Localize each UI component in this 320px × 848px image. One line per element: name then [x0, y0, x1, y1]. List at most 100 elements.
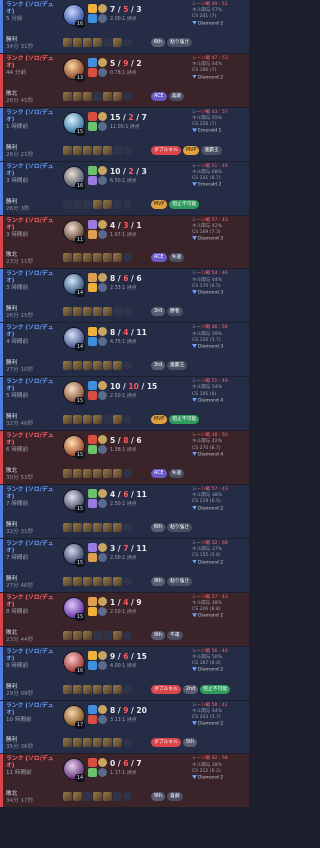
item-slot-icon[interactable] [63, 630, 72, 640]
item-slot-icon[interactable] [103, 738, 112, 748]
item-slot-icon[interactable] [93, 522, 102, 532]
item-slot-icon[interactable] [103, 37, 112, 47]
item-slot-icon[interactable] [93, 145, 102, 155]
item-slot-icon[interactable] [93, 738, 102, 748]
flash-spell-icon[interactable] [88, 758, 97, 768]
teleport-spell-icon[interactable] [88, 229, 97, 239]
item-slot-icon[interactable] [103, 630, 112, 640]
item-slot-icon[interactable] [113, 522, 122, 532]
ward-icon[interactable] [123, 37, 132, 47]
item-slot-icon[interactable] [73, 630, 82, 640]
match-card[interactable]: ランク (ソロ/デュオ) 7 時間前 勝利 27分 46秒 15 3 / 7 /… [0, 538, 249, 592]
ward-icon[interactable] [123, 361, 132, 371]
secondary-rune-icon[interactable] [98, 229, 107, 239]
secondary-rune-icon[interactable] [98, 714, 107, 724]
rune-icon[interactable] [98, 273, 107, 283]
secondary-rune-icon[interactable] [98, 67, 107, 77]
teleport-spell-icon[interactable] [88, 67, 97, 77]
ward-icon[interactable] [123, 469, 132, 479]
rune-icon[interactable] [98, 596, 107, 606]
rune-icon[interactable] [98, 489, 107, 499]
flash-spell-icon[interactable] [88, 4, 97, 13]
secondary-rune-icon[interactable] [98, 499, 107, 509]
item-slot-icon[interactable] [63, 307, 72, 317]
ward-icon[interactable] [123, 684, 132, 694]
item-slot-icon[interactable] [83, 522, 92, 532]
item-slot-icon[interactable] [83, 361, 92, 371]
item-slot-icon[interactable] [93, 630, 102, 640]
rune-icon[interactable] [98, 165, 107, 175]
item-slot-icon[interactable] [73, 738, 82, 748]
item-slot-icon[interactable] [103, 91, 112, 101]
item-slot-icon[interactable] [63, 199, 72, 209]
item-slot-icon[interactable] [93, 37, 102, 47]
teleport-spell-icon[interactable] [88, 445, 97, 455]
item-slot-icon[interactable] [113, 37, 122, 47]
teleport-spell-icon[interactable] [88, 337, 97, 347]
rune-icon[interactable] [98, 219, 107, 229]
flash-spell-icon[interactable] [88, 542, 97, 552]
item-slot-icon[interactable] [113, 145, 122, 155]
item-slot-icon[interactable] [103, 469, 112, 479]
ward-icon[interactable] [123, 738, 132, 748]
item-slot-icon[interactable] [63, 145, 72, 155]
item-slot-icon[interactable] [73, 307, 82, 317]
item-slot-icon[interactable] [73, 91, 82, 101]
item-slot-icon[interactable] [103, 792, 112, 802]
flash-spell-icon[interactable] [88, 273, 97, 283]
teleport-spell-icon[interactable] [88, 391, 97, 401]
match-card[interactable]: ランク (ソロ/デュオ) 10 時間前 勝利 35分 36秒 17 8 / 9 … [0, 700, 249, 754]
flash-spell-icon[interactable] [88, 327, 97, 337]
teleport-spell-icon[interactable] [88, 768, 97, 778]
teleport-spell-icon[interactable] [88, 606, 97, 616]
item-slot-icon[interactable] [63, 576, 72, 586]
item-slot-icon[interactable] [113, 630, 122, 640]
match-card[interactable]: ランク (ソロ/デュオ) 3 時間前 勝利 26分 15秒 14 8 / 6 /… [0, 269, 249, 323]
item-slot-icon[interactable] [93, 307, 102, 317]
item-slot-icon[interactable] [73, 145, 82, 155]
item-slot-icon[interactable] [113, 576, 122, 586]
item-slot-icon[interactable] [83, 199, 92, 209]
ward-icon[interactable] [123, 522, 132, 532]
match-card[interactable]: ランク (ソロ/デュオ) 6 時間前 敗北 30分 53秒 15 5 / 8 /… [0, 431, 249, 485]
secondary-rune-icon[interactable] [98, 283, 107, 293]
flash-spell-icon[interactable] [88, 489, 97, 499]
match-card[interactable]: ランク (ソロ/デュオ) 3 時間前 勝利 26分 3秒 16 10 / 2 /… [0, 161, 249, 215]
item-slot-icon[interactable] [63, 684, 72, 694]
item-slot-icon[interactable] [83, 415, 92, 425]
secondary-rune-icon[interactable] [98, 391, 107, 401]
rune-icon[interactable] [98, 57, 107, 67]
item-slot-icon[interactable] [83, 37, 92, 47]
flash-spell-icon[interactable] [88, 650, 97, 660]
ward-icon[interactable] [123, 792, 132, 802]
item-slot-icon[interactable] [93, 469, 102, 479]
secondary-rune-icon[interactable] [98, 445, 107, 455]
item-slot-icon[interactable] [83, 253, 92, 263]
rune-icon[interactable] [98, 381, 107, 391]
item-slot-icon[interactable] [73, 37, 82, 47]
secondary-rune-icon[interactable] [98, 121, 107, 131]
item-slot-icon[interactable] [103, 415, 112, 425]
item-slot-icon[interactable] [73, 361, 82, 371]
item-slot-icon[interactable] [93, 792, 102, 802]
item-slot-icon[interactable] [103, 522, 112, 532]
item-slot-icon[interactable] [83, 91, 92, 101]
item-slot-icon[interactable] [103, 253, 112, 263]
match-card[interactable]: ランク (ソロ/デュオ) 7 時間前 勝利 32分 31秒 15 4 / 6 /… [0, 485, 249, 538]
item-slot-icon[interactable] [113, 361, 122, 371]
secondary-rune-icon[interactable] [98, 606, 107, 616]
flash-spell-icon[interactable] [88, 704, 97, 714]
secondary-rune-icon[interactable] [98, 660, 107, 670]
item-slot-icon[interactable] [83, 792, 92, 802]
item-slot-icon[interactable] [103, 361, 112, 371]
item-slot-icon[interactable] [113, 253, 122, 263]
flash-spell-icon[interactable] [88, 111, 97, 121]
item-slot-icon[interactable] [103, 576, 112, 586]
ward-icon[interactable] [123, 576, 132, 586]
ward-icon[interactable] [123, 91, 132, 101]
item-slot-icon[interactable] [83, 576, 92, 586]
item-slot-icon[interactable] [113, 199, 122, 209]
rune-icon[interactable] [98, 650, 107, 660]
teleport-spell-icon[interactable] [88, 714, 97, 724]
item-slot-icon[interactable] [63, 361, 72, 371]
